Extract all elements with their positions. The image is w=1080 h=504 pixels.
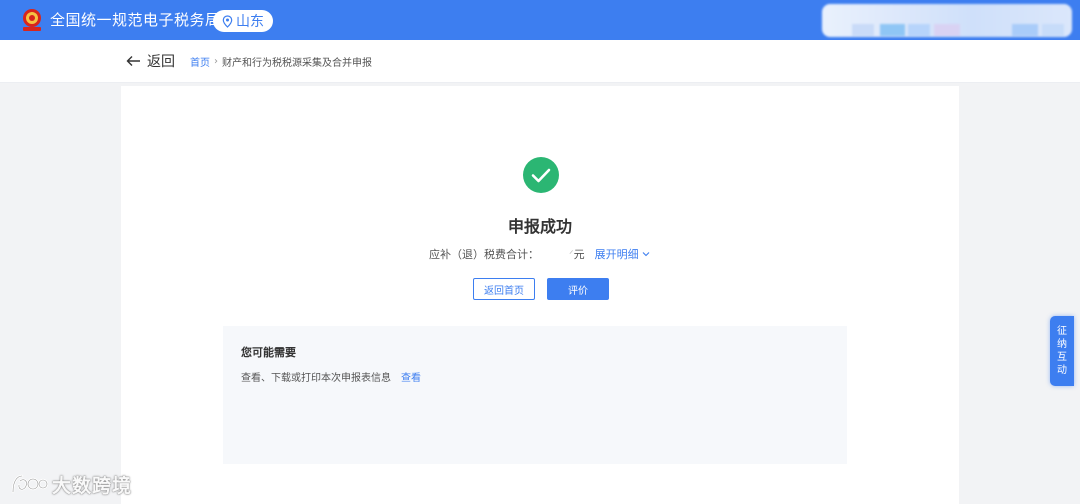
arrow-left-icon (126, 56, 140, 66)
location-pin-icon (222, 14, 233, 28)
chevron-down-icon (642, 252, 650, 257)
breadcrumb: 首页 › 财产和行为税税源采集及合并申报 (190, 54, 372, 69)
result-title: 申报成功 (507, 217, 572, 236)
suggestion-item: 查看、下载或打印本次申报表信息 查看 (241, 369, 421, 384)
region-selector[interactable]: 山东 (213, 10, 273, 32)
return-home-button[interactable]: 返回首页 (473, 278, 535, 300)
expand-details-label: 展开明细 (594, 248, 639, 261)
check-circle-icon (523, 157, 559, 193)
breadcrumb-current: 财产和行为税税源采集及合并申报 (222, 58, 372, 69)
site-title: 全国统一规范电子税务局 (50, 11, 221, 29)
watermark-text: 大数跨境 (52, 474, 133, 497)
breadcrumb-home[interactable]: 首页 (190, 54, 210, 69)
region-label: 山东 (236, 14, 264, 30)
watermark: 大数跨境 (10, 470, 132, 498)
amount-row: 应补（退）税费合计： ᐟ 元 展开明细 (429, 246, 650, 262)
interaction-side-tab[interactable]: 征纳互动 (1050, 316, 1074, 386)
chevron-right-icon: › (214, 56, 218, 67)
amount-unit: 元 (573, 248, 585, 261)
national-emblem-icon (23, 9, 41, 31)
watermark-logo-icon (11, 474, 48, 494)
sub-header: 返回 首页 › 财产和行为税税源采集及合并申报 (0, 40, 1080, 83)
suggestions-panel: 您可能需要 查看、下载或打印本次申报表信息 查看 (223, 326, 847, 464)
back-label: 返回 (147, 54, 175, 70)
top-header: 全国统一规范电子税务局 山东 (0, 0, 1080, 40)
view-declaration-link[interactable]: 查看 (401, 369, 421, 384)
back-button[interactable]: 返回 (126, 51, 175, 71)
user-info-area[interactable] (822, 4, 1072, 37)
amount-label: 应补（退）税费合计： (429, 248, 539, 261)
result-card: 申报成功 应补（退）税费合计： ᐟ 元 展开明细 返回首页 评价 您可能需要 查… (121, 86, 959, 504)
side-tab-label: 征纳互动 (1057, 326, 1067, 376)
suggestions-title: 您可能需要 (241, 346, 296, 359)
suggestion-item-text: 查看、下载或打印本次申报表信息 (241, 373, 391, 384)
expand-details-link[interactable]: 展开明细 (595, 246, 650, 262)
rate-button[interactable]: 评价 (547, 278, 609, 300)
